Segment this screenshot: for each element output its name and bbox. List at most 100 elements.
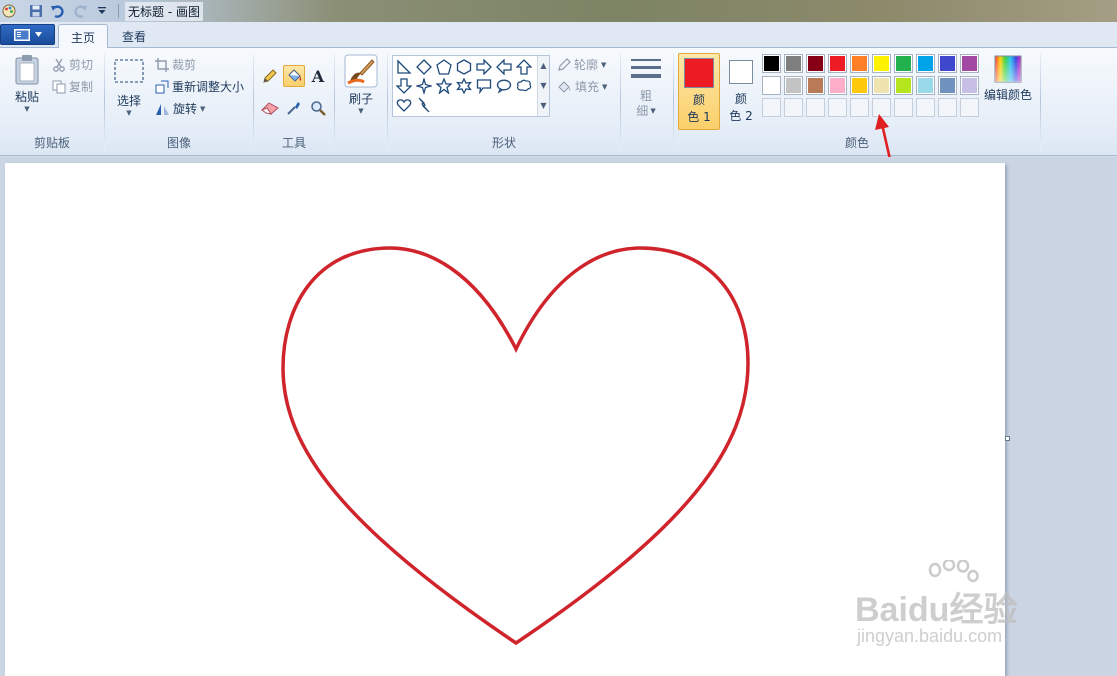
pencil-icon[interactable] — [259, 65, 281, 87]
cloud-callout-shape-icon[interactable] — [514, 76, 534, 96]
up-arrow-shape-icon[interactable] — [514, 57, 534, 77]
canvas-resize-handle-right[interactable] — [1005, 436, 1010, 441]
brushes-dropdown-icon[interactable]: ▼ — [358, 107, 363, 115]
brushes-button[interactable]: 刷子 ▼ — [340, 54, 382, 115]
undo-icon[interactable] — [50, 3, 66, 19]
clipboard-group: 粘贴 ▼ 剪切 复制 剪贴板 — [0, 48, 104, 154]
fill-bucket-icon[interactable] — [283, 65, 305, 87]
magnifier-icon[interactable] — [307, 97, 329, 119]
redo-icon[interactable] — [72, 3, 88, 19]
quick-access-toolbar — [28, 3, 121, 19]
select-dropdown-icon[interactable]: ▼ — [126, 109, 131, 117]
crop-icon — [155, 57, 169, 72]
save-icon[interactable] — [28, 3, 44, 19]
rect-callout-shape-icon[interactable] — [474, 76, 494, 96]
window-title: 无标题 - 画图 — [125, 1, 203, 21]
outline-pen-icon — [558, 57, 571, 71]
resize-icon — [155, 80, 169, 93]
canvas-workspace[interactable] — [0, 157, 1117, 676]
group-separator — [620, 54, 621, 150]
paint-menu-button[interactable] — [0, 24, 55, 45]
outline-label: 轮廓 — [574, 58, 599, 72]
customize-quick-access-icon[interactable] — [94, 3, 110, 19]
tab-view[interactable]: 查看 — [110, 24, 158, 49]
colors-group-label: 颜色 — [844, 136, 869, 150]
copy-label: 复制 — [69, 80, 94, 94]
fill-button[interactable]: 填充 ▼ — [557, 78, 607, 95]
select-button[interactable]: 选择 ▼ — [111, 58, 147, 117]
size-dropdown-icon[interactable]: ▼ — [650, 104, 655, 119]
drawing-canvas[interactable] — [5, 163, 1005, 676]
clipboard-paste-icon — [15, 55, 39, 85]
size-label-row: 细 ▼ — [636, 104, 655, 119]
tab-home[interactable]: 主页 — [58, 24, 109, 49]
cut-button[interactable]: 剪切 — [52, 56, 93, 73]
group-separator — [1040, 54, 1041, 150]
crop-label: 裁剪 — [172, 58, 197, 72]
lightning-shape-icon[interactable] — [414, 95, 434, 115]
select-rectangle-icon — [114, 59, 144, 83]
image-group: 选择 ▼ 裁剪 重新调整大小 旋转 ▼ 图像 — [105, 48, 253, 154]
brush-icon — [344, 54, 378, 88]
title-bar: 无标题 - 画图 — [0, 0, 1117, 22]
resize-label: 重新调整大小 — [172, 80, 245, 94]
down-arrow-shape-icon[interactable] — [394, 76, 414, 96]
rotate-button[interactable]: 旋转 ▼ — [155, 100, 205, 117]
pentagon-shape-icon[interactable] — [434, 57, 454, 77]
shapes-gallery: ▲ ▼ ▼ — [392, 55, 550, 117]
ribbon-tabs: 主页 查看 — [0, 22, 1117, 49]
oval-callout-shape-icon[interactable] — [494, 76, 514, 96]
heart-drawing — [281, 246, 750, 646]
copy-icon — [52, 80, 66, 93]
four-point-star-shape-icon[interactable] — [414, 76, 434, 96]
qa-separator — [118, 4, 119, 18]
left-arrow-shape-icon[interactable] — [494, 57, 514, 77]
diamond-shape-icon[interactable] — [414, 57, 434, 77]
fill-bucket-small-icon — [558, 80, 571, 93]
scissors-icon — [53, 58, 65, 72]
eraser-icon[interactable] — [259, 97, 281, 119]
right-arrow-shape-icon[interactable] — [474, 57, 494, 77]
six-point-star-shape-icon[interactable] — [454, 76, 474, 96]
fill-label: 填充 — [575, 80, 600, 94]
image-group-label: 图像 — [166, 136, 191, 150]
fill-dropdown-icon[interactable]: ▼ — [602, 83, 607, 91]
right-triangle-shape-icon[interactable] — [394, 57, 414, 77]
scroll-up-icon[interactable]: ▲ — [538, 56, 549, 76]
size-label-line1: 粗 — [639, 89, 652, 103]
line-size-icon — [631, 59, 661, 78]
tools-group: A 工具 — [254, 48, 334, 154]
rotate-dropdown-icon[interactable]: ▼ — [200, 105, 205, 113]
heart-shape-icon[interactable] — [394, 95, 414, 115]
size-label-line2: 细 — [636, 104, 649, 118]
crop-button[interactable]: 裁剪 — [155, 56, 196, 73]
scroll-down-icon[interactable]: ▼ — [538, 76, 549, 96]
clipboard-group-label: 剪贴板 — [33, 136, 70, 150]
text-icon[interactable]: A — [307, 65, 329, 87]
menu-icon — [13, 28, 30, 41]
copy-button[interactable]: 复制 — [52, 78, 93, 95]
select-label: 选择 — [116, 94, 141, 108]
size-button[interactable]: 粗 细 ▼ — [626, 57, 666, 119]
gallery-expand-icon[interactable]: ▼ — [538, 96, 549, 116]
chevron-down-icon — [34, 32, 42, 37]
cut-label: 剪切 — [69, 58, 94, 72]
rotate-label: 旋转 — [173, 102, 198, 116]
rotate-icon — [156, 103, 169, 115]
resize-button[interactable]: 重新调整大小 — [155, 78, 244, 95]
hexagon-shape-icon[interactable] — [454, 57, 474, 77]
outline-button[interactable]: 轮廓 ▼ — [557, 56, 606, 73]
paste-button[interactable]: 粘贴 ▼ — [10, 54, 44, 113]
group-separator — [334, 54, 335, 150]
color-picker-icon[interactable] — [283, 97, 305, 119]
outline-dropdown-icon[interactable]: ▼ — [601, 61, 606, 69]
paste-label: 粘贴 — [14, 90, 39, 104]
shapes-scrollbar[interactable]: ▲ ▼ ▼ — [537, 56, 549, 116]
paint-app-icon[interactable] — [2, 4, 16, 18]
ribbon-home: 粘贴 ▼ 剪切 复制 剪贴板 选择 ▼ 裁剪 重新调整大小 旋转 ▼ 图像 A … — [0, 48, 1117, 169]
paste-dropdown-icon[interactable]: ▼ — [24, 105, 29, 113]
tools-group-label: 工具 — [281, 136, 306, 150]
five-point-star-shape-icon[interactable] — [434, 76, 454, 96]
shapes-group-label: 形状 — [491, 136, 516, 150]
colors-group: 颜色 — [674, 48, 1040, 154]
